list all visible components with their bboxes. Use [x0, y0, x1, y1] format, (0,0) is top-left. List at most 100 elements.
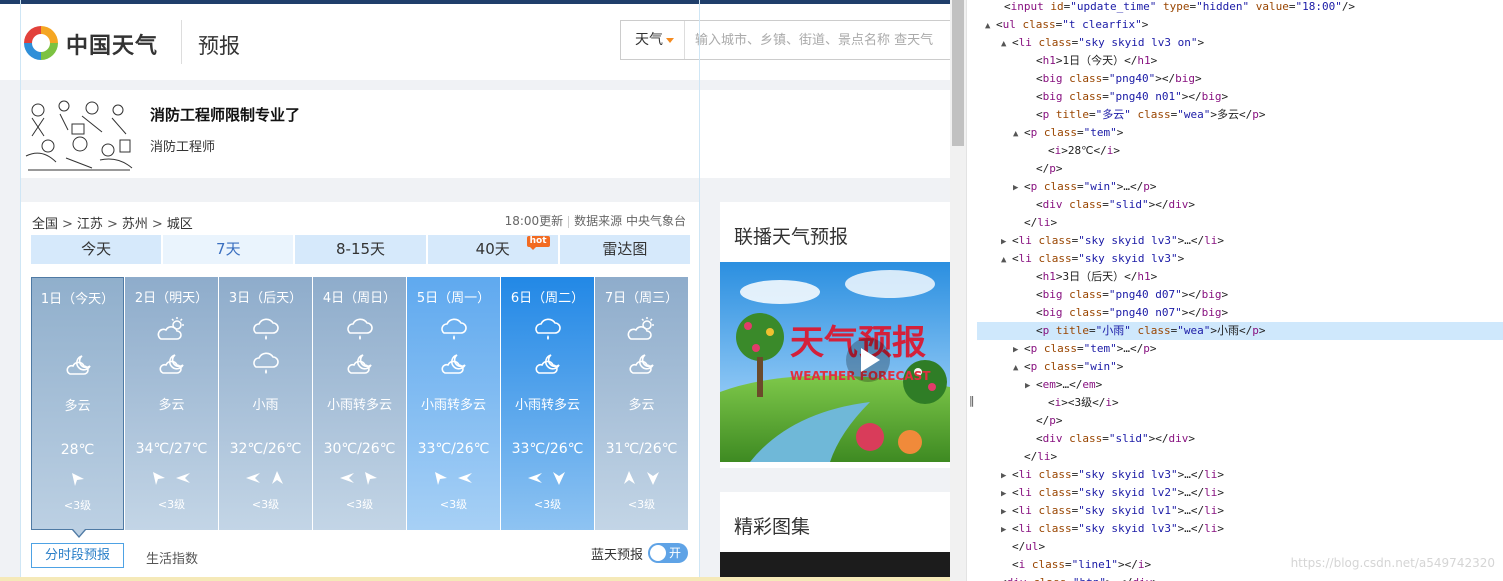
breadcrumb-item[interactable]: 苏州	[122, 217, 148, 232]
dom-token: div	[1168, 432, 1189, 445]
devtools-splitter[interactable]: ‖	[966, 0, 976, 581]
expand-triangle-icon[interactable]: ▶	[989, 575, 1000, 581]
search-box: 天气	[620, 20, 950, 60]
dom-node-line[interactable]: ▲ <p class="win">	[977, 358, 1503, 376]
expand-triangle-icon[interactable]: ▶	[1013, 341, 1024, 359]
splitter-grip-icon[interactable]: ‖	[969, 394, 975, 407]
ad-subtitle[interactable]: 消防工程师	[150, 136, 215, 155]
day-card[interactable]: 5日（周一） 小雨转多云 33℃/26℃ <3级	[407, 277, 500, 530]
expand-triangle-icon[interactable]: ▶	[1013, 179, 1024, 197]
dom-node-line[interactable]: <h1>3日（后天）</h1>	[977, 268, 1503, 286]
hourly-forecast-button[interactable]: 分时段预报	[31, 543, 124, 568]
day-card[interactable]: 7日（周三） 多云 31℃/26℃ <3级	[595, 277, 688, 530]
dom-token: <	[1024, 180, 1031, 193]
day-card[interactable]: 6日（周二） 小雨转多云 33℃/26℃ <3级	[501, 277, 594, 530]
dom-node-line[interactable]: <h1>1日（今天）</h1>	[977, 52, 1503, 70]
dom-node-line[interactable]: ▲ <li class="sky skyid lv3">	[977, 250, 1503, 268]
dom-token: "line1"	[1071, 558, 1118, 571]
dom-token: li	[1204, 504, 1218, 517]
dom-token	[1049, 324, 1056, 337]
dom-node-line[interactable]: </ul>	[977, 538, 1503, 556]
dom-node-line[interactable]: </li>	[977, 214, 1503, 232]
expand-triangle-icon[interactable]: ▶	[1001, 233, 1012, 251]
expand-triangle-icon[interactable]: ▶	[1001, 467, 1012, 485]
dom-token: class	[1069, 72, 1103, 85]
collapse-triangle-icon[interactable]: ▲	[1001, 251, 1012, 269]
breadcrumb-item[interactable]: 江苏	[77, 217, 103, 232]
tab-7-days[interactable]: 7天	[163, 235, 294, 264]
expand-triangle-icon[interactable]: ▶	[1025, 377, 1036, 395]
dom-node-line[interactable]: ▶ <p class="win">…</p>	[977, 178, 1503, 196]
dom-node-line[interactable]: <big class="png40"></big>	[977, 70, 1503, 88]
expand-triangle-icon[interactable]: ▶	[1001, 485, 1012, 503]
dom-token	[1037, 360, 1044, 373]
caret-down-icon	[666, 37, 674, 43]
dom-node-line[interactable]: <i><3级</i>	[977, 394, 1503, 412]
dom-token: div	[1042, 198, 1063, 211]
dom-node-line[interactable]: <p title="多云" class="wea">多云</p>	[977, 106, 1503, 124]
dom-node-line[interactable]: ▲ <ul class="t clearfix">	[977, 16, 1503, 34]
brand-name[interactable]: 中国天气	[66, 28, 158, 60]
dom-node-line[interactable]: <big class="png40 n01"></big>	[977, 88, 1503, 106]
dom-node-line[interactable]: ▶ <li class="sky skyid lv3">…</li>	[977, 466, 1503, 484]
life-index-link[interactable]: 生活指数	[146, 548, 198, 567]
dom-token: class	[1137, 324, 1171, 337]
dom-node-line[interactable]: ▶<div class="btn">…</div>	[977, 574, 1503, 581]
collapse-triangle-icon[interactable]: ▲	[985, 17, 996, 35]
dom-node-line[interactable]: <i>28℃</i>	[977, 142, 1503, 160]
dom-token: >…</	[1177, 234, 1205, 247]
dom-token: >1日（今天）</	[1055, 54, 1138, 67]
day-card[interactable]: 4日（周日） 小雨转多云 30℃/26℃ <3级	[313, 277, 406, 530]
dom-token: >	[1221, 306, 1229, 319]
ad-banner[interactable]: 消防工程师限制专业了 消防工程师	[20, 90, 950, 178]
dom-token: <	[1012, 486, 1019, 499]
dom-token: <	[1048, 144, 1055, 157]
dom-token: <	[1036, 306, 1043, 319]
weather-logo-icon[interactable]	[20, 22, 62, 64]
dom-node-line[interactable]: <big class="png40 d07"></big>	[977, 286, 1503, 304]
dom-node-line[interactable]: ▶ <p class="tem">…</p>	[977, 340, 1503, 358]
dom-node-line[interactable]: ▲ <p class="tem">	[977, 124, 1503, 142]
dom-node-line[interactable]: </p>	[977, 412, 1503, 430]
dom-node-line[interactable]: ▶ <li class="sky skyid lv3">…</li>	[977, 232, 1503, 250]
dom-node-line[interactable]: <div class="slid"></div>	[977, 430, 1503, 448]
dom-token: <	[1036, 324, 1043, 337]
dom-token: class	[1069, 198, 1103, 211]
ad-sketch-image[interactable]	[22, 96, 136, 174]
tab-40-days[interactable]: 40天 hot	[427, 235, 558, 264]
day-card[interactable]: 2日（明天） 多云 34℃/27℃ <3级	[125, 277, 218, 530]
dom-node-line[interactable]: ▲ <li class="sky skyid lv3 on">	[977, 34, 1503, 52]
search-type-select[interactable]: 天气	[621, 21, 685, 59]
forecast-video-thumbnail[interactable]: 天气预报 WEATHER FORECAST	[720, 262, 950, 462]
dom-token: li	[1018, 36, 1032, 49]
dom-token: class	[1069, 306, 1103, 319]
tab-8-15-days[interactable]: 8-15天	[295, 235, 426, 264]
dom-node-line[interactable]: </li>	[977, 448, 1503, 466]
dom-node-line[interactable]: <div class="slid"></div>	[977, 196, 1503, 214]
dom-node-line[interactable]: ▶ <li class="sky skyid lv2">…</li>	[977, 484, 1503, 502]
tab-radar[interactable]: 雷达图	[559, 235, 691, 264]
blue-sky-toggle[interactable]: 开	[648, 543, 688, 563]
expand-triangle-icon[interactable]: ▶	[1001, 503, 1012, 521]
collapse-triangle-icon[interactable]: ▲	[1013, 125, 1024, 143]
scrollbar-thumb[interactable]	[952, 0, 964, 146]
dom-node-line[interactable]: <p title="小雨" class="wea">小雨</p>	[977, 322, 1503, 340]
breadcrumb-item[interactable]: 全国	[32, 217, 58, 232]
collapse-triangle-icon[interactable]: ▲	[1001, 35, 1012, 53]
dom-node-line[interactable]: ▶ <li class="sky skyid lv1">…</li>	[977, 502, 1503, 520]
day-card[interactable]: 3日（后天） 小雨 32℃/26℃ <3级	[219, 277, 312, 530]
dom-node-line[interactable]: <input id="update_time" type="hidden" va…	[977, 0, 1503, 16]
dom-node-line[interactable]: ▶ <li class="sky skyid lv3">…</li>	[977, 520, 1503, 538]
collapse-triangle-icon[interactable]: ▲	[1013, 359, 1024, 377]
dom-node-line[interactable]: <big class="png40 n07"></big>	[977, 304, 1503, 322]
dom-node-line[interactable]: ▶ <em>…</em>	[977, 376, 1503, 394]
dom-token: >	[1149, 342, 1157, 355]
dom-node-line[interactable]: </p>	[977, 160, 1503, 178]
dom-token: ul	[1025, 540, 1039, 553]
ad-title[interactable]: 消防工程师限制专业了	[150, 104, 300, 125]
page-scrollbar[interactable]	[950, 0, 966, 581]
tab-today[interactable]: 今天	[31, 235, 162, 264]
search-input[interactable]	[695, 30, 950, 50]
expand-triangle-icon[interactable]: ▶	[1001, 521, 1012, 539]
day-card[interactable]: 1日（今天） 多云 28℃ <3级	[31, 277, 124, 538]
